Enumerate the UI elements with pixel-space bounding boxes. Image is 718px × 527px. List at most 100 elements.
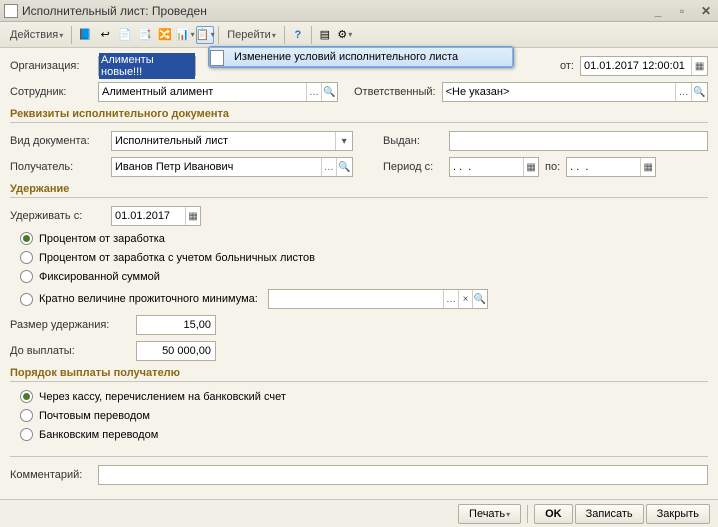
emp-input[interactable]	[99, 86, 306, 98]
select-icon[interactable]: …	[443, 290, 458, 308]
search-icon[interactable]: 🔍	[472, 290, 487, 308]
print-button[interactable]: Печать	[458, 504, 521, 524]
calendar-icon[interactable]: ▦	[691, 57, 707, 75]
dropdown-icon[interactable]: ▾	[335, 132, 352, 150]
select-icon[interactable]: …	[306, 83, 322, 101]
radio-percent-sick[interactable]: Процентом от заработка с учетом больничн…	[20, 251, 708, 264]
settings-icon[interactable]: ⚙	[336, 26, 354, 44]
period-to-input[interactable]	[567, 161, 640, 173]
radio-bank-transfer[interactable]: Банковским переводом	[20, 428, 708, 441]
period-from-field[interactable]: ▦	[449, 157, 539, 177]
basis-icon[interactable]: 📑	[136, 26, 154, 44]
radio-icon	[20, 293, 33, 306]
withhold-from-label: Удерживать с:	[10, 210, 105, 222]
calendar-icon[interactable]: ▦	[640, 158, 655, 176]
search-icon[interactable]: 🔍	[321, 83, 337, 101]
radio-percent-earnings[interactable]: Процентом от заработка	[20, 232, 708, 245]
until-input[interactable]	[136, 341, 216, 361]
clear-icon[interactable]: ×	[458, 290, 473, 308]
radio-label: Процентом от заработка	[39, 233, 165, 245]
until-label: До выплаты:	[10, 345, 130, 357]
radio-label: Через кассу, перечислением на банковский…	[39, 391, 286, 403]
radio-icon	[20, 390, 33, 403]
resp-field[interactable]: … 🔍	[442, 82, 708, 102]
resp-input[interactable]	[443, 86, 676, 98]
minimum-field[interactable]: … × 🔍	[268, 289, 488, 309]
period-to-field[interactable]: ▦	[566, 157, 656, 177]
structure-icon[interactable]: 📊	[176, 26, 194, 44]
close-footer-button[interactable]: Закрыть	[646, 504, 710, 524]
footer: Печать OK Записать Закрыть	[0, 499, 718, 527]
reread-icon[interactable]: ↩	[96, 26, 114, 44]
resp-label: Ответственный:	[354, 86, 436, 98]
recipient-input[interactable]	[112, 161, 321, 173]
menu-item-change-conditions[interactable]: Изменение условий исполнительного листа	[209, 47, 513, 67]
org-value: Алименты новые!!!	[99, 53, 195, 79]
recipient-label: Получатель:	[10, 161, 105, 173]
size-input[interactable]	[136, 315, 216, 335]
radio-label: Фиксированной суммой	[39, 271, 160, 283]
size-label: Размер удержания:	[10, 319, 130, 331]
period-from-input[interactable]	[450, 161, 523, 173]
emp-field[interactable]: … 🔍	[98, 82, 338, 102]
issued-label: Выдан:	[383, 135, 443, 147]
radio-fixed[interactable]: Фиксированной суммой	[20, 270, 708, 283]
search-icon[interactable]: 🔍	[691, 83, 707, 101]
calendar-icon[interactable]: ▦	[523, 158, 538, 176]
post-icon[interactable]: 📘	[76, 26, 94, 44]
issued-field[interactable]	[449, 131, 708, 151]
search-icon[interactable]: 🔍	[336, 158, 352, 176]
radio-icon	[20, 232, 33, 245]
select-icon[interactable]: …	[675, 83, 691, 101]
list-icon[interactable]: ▤	[316, 26, 334, 44]
menu-item-label: Изменение условий исполнительного листа	[234, 51, 458, 63]
create-basis-dropdown: Изменение условий исполнительного листа	[208, 46, 514, 68]
save-button[interactable]: Записать	[575, 504, 644, 524]
date-field[interactable]: ▦	[580, 56, 708, 76]
radio-icon	[20, 251, 33, 264]
date-input[interactable]	[581, 60, 691, 72]
window-title: Исполнительный лист: Проведен	[22, 4, 650, 18]
help-icon[interactable]: ?	[289, 26, 307, 44]
doctype-input[interactable]	[112, 135, 335, 147]
actions-menu[interactable]: Действия	[6, 29, 67, 41]
emp-label: Сотрудник:	[10, 86, 92, 98]
radio-cash-bank[interactable]: Через кассу, перечислением на банковский…	[20, 390, 708, 403]
radio-label: Почтовым переводом	[39, 410, 150, 422]
period-from-label: Период с:	[383, 161, 443, 173]
comment-label: Комментарий:	[10, 469, 92, 481]
radio-icon	[20, 270, 33, 283]
recipient-field[interactable]: … 🔍	[111, 157, 353, 177]
radio-label: Процентом от заработка с учетом больничн…	[39, 252, 315, 264]
radio-label: Кратно величине прожиточного минимума:	[39, 293, 258, 305]
doctype-field[interactable]: ▾	[111, 131, 353, 151]
minimize-button[interactable]: _	[650, 4, 666, 18]
section-requisites: Реквизиты исполнительного документа	[10, 108, 708, 123]
ok-button[interactable]: OK	[534, 504, 573, 524]
close-button[interactable]: ✕	[698, 4, 714, 18]
period-to-label: по:	[545, 161, 560, 173]
document-icon	[4, 4, 18, 18]
post-doc-icon[interactable]: 📄	[116, 26, 134, 44]
go-menu[interactable]: Перейти	[223, 29, 280, 41]
movement-icon[interactable]: 🔀	[156, 26, 174, 44]
restore-button[interactable]: ▫	[674, 4, 690, 18]
withhold-from-field[interactable]: ▦	[111, 206, 201, 226]
calendar-icon[interactable]: ▦	[185, 207, 200, 225]
radio-postal[interactable]: Почтовым переводом	[20, 409, 708, 422]
select-icon[interactable]: …	[321, 158, 337, 176]
radio-label: Банковским переводом	[39, 429, 158, 441]
section-payout: Порядок выплаты получателю	[10, 367, 708, 382]
doctype-label: Вид документа:	[10, 135, 105, 147]
titlebar: Исполнительный лист: Проведен _ ▫ ✕	[0, 0, 718, 22]
withhold-from-input[interactable]	[112, 210, 185, 222]
org-label: Организация:	[10, 60, 92, 72]
create-basis-icon[interactable]: 📋	[196, 26, 214, 44]
from-label: от:	[560, 60, 574, 72]
radio-icon	[20, 428, 33, 441]
comment-input[interactable]	[98, 465, 708, 485]
radio-minimum-multiple[interactable]: Кратно величине прожиточного минимума: ……	[20, 289, 708, 309]
document-icon	[210, 50, 228, 64]
radio-icon	[20, 409, 33, 422]
org-field[interactable]: Алименты новые!!!	[98, 56, 196, 76]
